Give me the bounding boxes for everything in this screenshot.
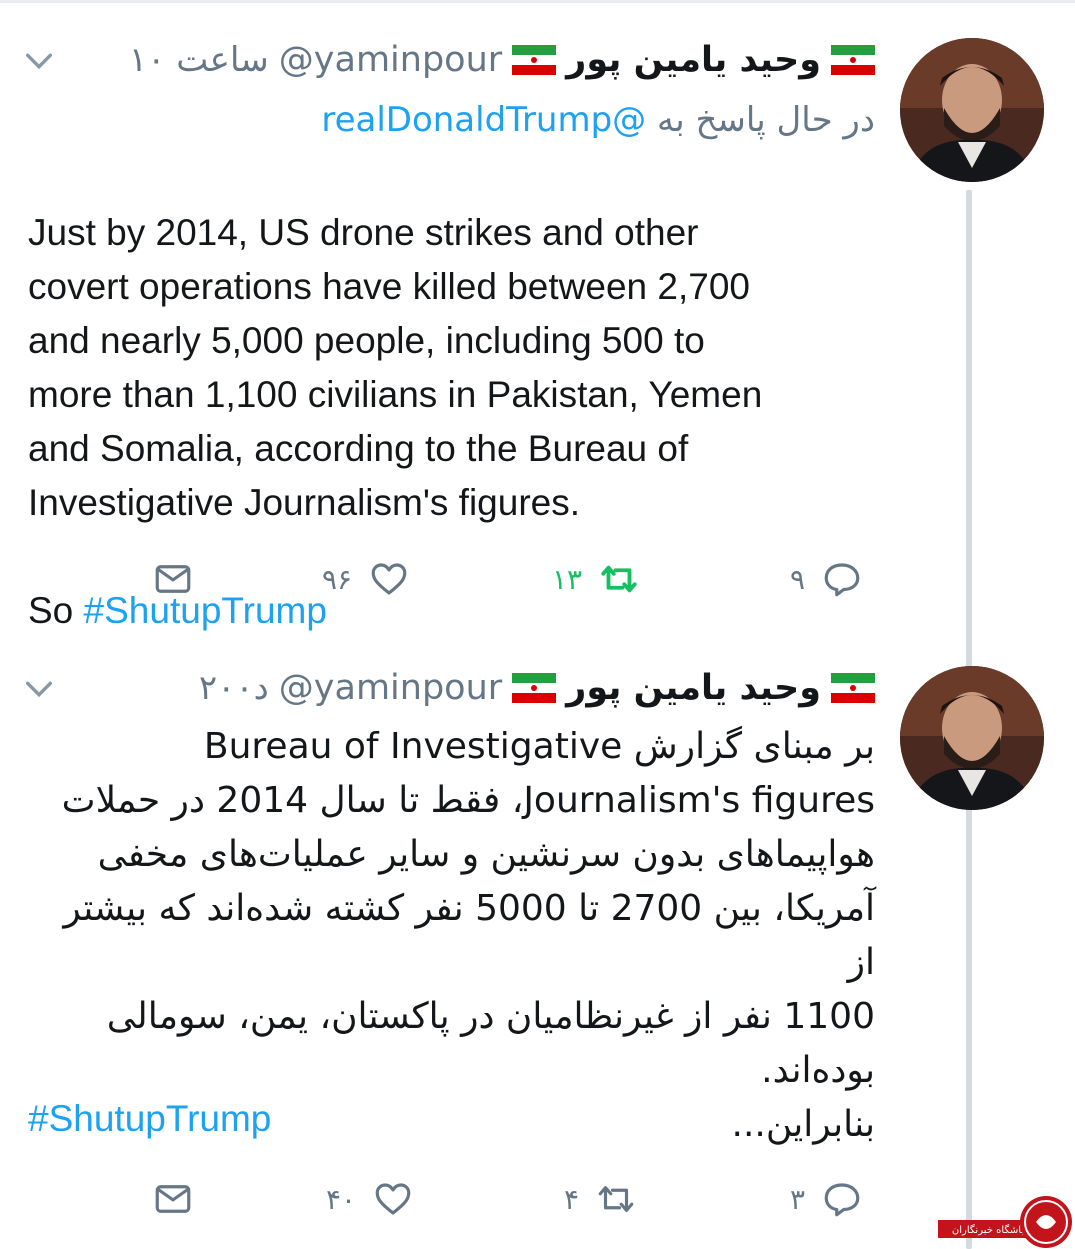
reply-count: ۳: [790, 1182, 806, 1216]
display-name[interactable]: وحید یامین پور: [566, 668, 821, 708]
like-button[interactable]: ۹۶: [322, 556, 410, 602]
reply-label: در حال پاسخ به: [656, 100, 875, 140]
chevron-down-icon[interactable]: [22, 672, 56, 706]
tweet-time[interactable]: ۱۰ ساعت: [129, 40, 269, 80]
heart-icon: [375, 1183, 411, 1215]
display-name[interactable]: وحید یامین پور: [566, 40, 821, 80]
tweet-header: ۲۰۰د @yaminpour وحید یامین پور: [199, 668, 875, 708]
iran-flag-icon: [512, 673, 557, 703]
retweet-button[interactable]: ۴: [564, 1176, 637, 1222]
watermark-text: باشگاه خبرنگاران: [952, 1224, 1024, 1236]
retweet-button[interactable]: ۱۳: [552, 556, 640, 602]
dm-button[interactable]: [152, 556, 194, 602]
retweet-count: ۱۳: [552, 562, 583, 596]
retweet-icon: [598, 1186, 634, 1212]
iran-flag-icon: [831, 673, 875, 703]
iran-flag-icon: [512, 45, 557, 75]
envelope-icon: [155, 565, 191, 593]
like-count: ۴۰: [326, 1182, 357, 1216]
tweet-text-body: Just by 2014, US drone strikes and other…: [28, 212, 763, 523]
tweet-time[interactable]: ۲۰۰د: [199, 668, 269, 708]
reply-context: در حال پاسخ به @realDonaldTrump: [321, 100, 875, 140]
tweet-header: ۱۰ ساعت @yaminpour وحید یامین پور: [129, 40, 875, 80]
reply-button[interactable]: ۳: [790, 1176, 863, 1222]
reply-icon: [824, 1183, 860, 1217]
heart-icon: [371, 563, 407, 595]
watermark-logo: باشگاه خبرنگاران: [938, 1196, 1072, 1248]
avatar[interactable]: [900, 38, 1044, 182]
reply-count: ۹: [790, 562, 806, 596]
avatar[interactable]: [900, 666, 1044, 810]
reply-button[interactable]: ۹: [790, 556, 863, 602]
envelope-icon: [155, 1185, 191, 1213]
reply-icon: [824, 563, 860, 597]
dm-button[interactable]: [152, 1176, 194, 1222]
tweet-actions: ۹ ۱۳ ۹۶: [0, 556, 900, 606]
tweet-actions: ۳ ۴ ۴۰: [0, 1176, 900, 1226]
retweet-count: ۴: [564, 1182, 580, 1216]
like-count: ۹۶: [322, 562, 353, 596]
iran-flag-icon: [831, 45, 875, 75]
user-handle[interactable]: @yaminpour: [279, 668, 502, 708]
user-handle[interactable]: @yaminpour: [279, 40, 502, 80]
chevron-down-icon[interactable]: [22, 44, 56, 78]
tweet-text: بر مبنای گزارش Bureau of Investigative J…: [61, 726, 875, 1145]
like-button[interactable]: ۴۰: [326, 1176, 414, 1222]
hashtag-link[interactable]: #ShutupTrump: [28, 1098, 271, 1140]
retweet-icon: [601, 565, 637, 593]
reply-mention-link[interactable]: @realDonaldTrump: [321, 100, 646, 140]
top-divider: [0, 0, 1075, 3]
